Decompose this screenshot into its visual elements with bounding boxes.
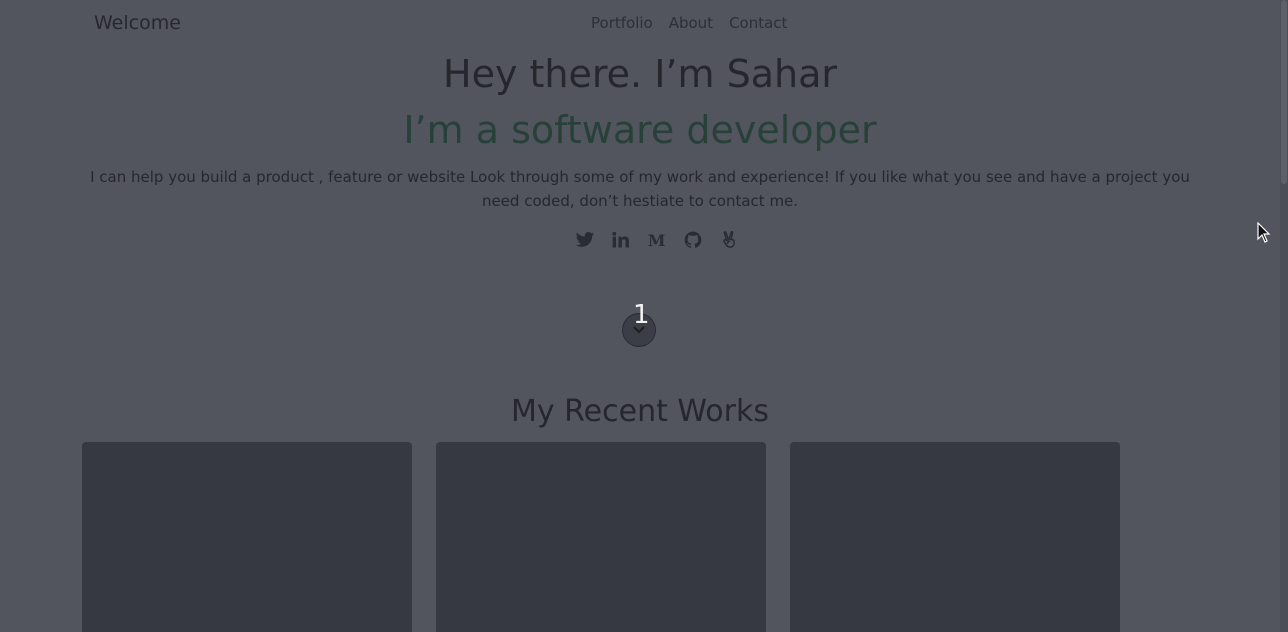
recent-works-title: My Recent Works	[511, 394, 769, 429]
hero-title: Hey there. I’m Sahar	[443, 52, 837, 96]
mouse-cursor-icon	[1257, 222, 1271, 243]
page: Welcome Portfolio About Contact Hey ther…	[0, 0, 1288, 632]
brand-logo[interactable]: Welcome	[94, 12, 181, 34]
nav-portfolio-link[interactable]: Portfolio	[591, 14, 653, 32]
angellist-icon[interactable]	[717, 228, 741, 252]
main-nav: Portfolio About Contact	[591, 14, 787, 32]
nav-about-link[interactable]: About	[669, 14, 713, 32]
work-card[interactable]	[436, 442, 766, 632]
scrollbar-thumb[interactable]	[1281, 0, 1287, 184]
work-card[interactable]	[790, 442, 1120, 632]
works-grid	[82, 442, 1120, 632]
medium-icon[interactable]: M	[645, 228, 669, 252]
twitter-icon[interactable]	[573, 228, 597, 252]
hero-description: I can help you build a product , feature…	[90, 168, 1190, 210]
linkedin-icon[interactable]	[609, 228, 633, 252]
github-icon[interactable]	[681, 228, 705, 252]
svg-text:M: M	[648, 231, 666, 250]
step-number: 1	[633, 300, 650, 330]
nav-contact-link[interactable]: Contact	[729, 14, 787, 32]
work-card[interactable]	[82, 442, 412, 632]
hero-subtitle: I’m a software developer	[403, 108, 877, 152]
scrollbar-track[interactable]	[1280, 0, 1288, 632]
social-links: M	[573, 228, 741, 252]
